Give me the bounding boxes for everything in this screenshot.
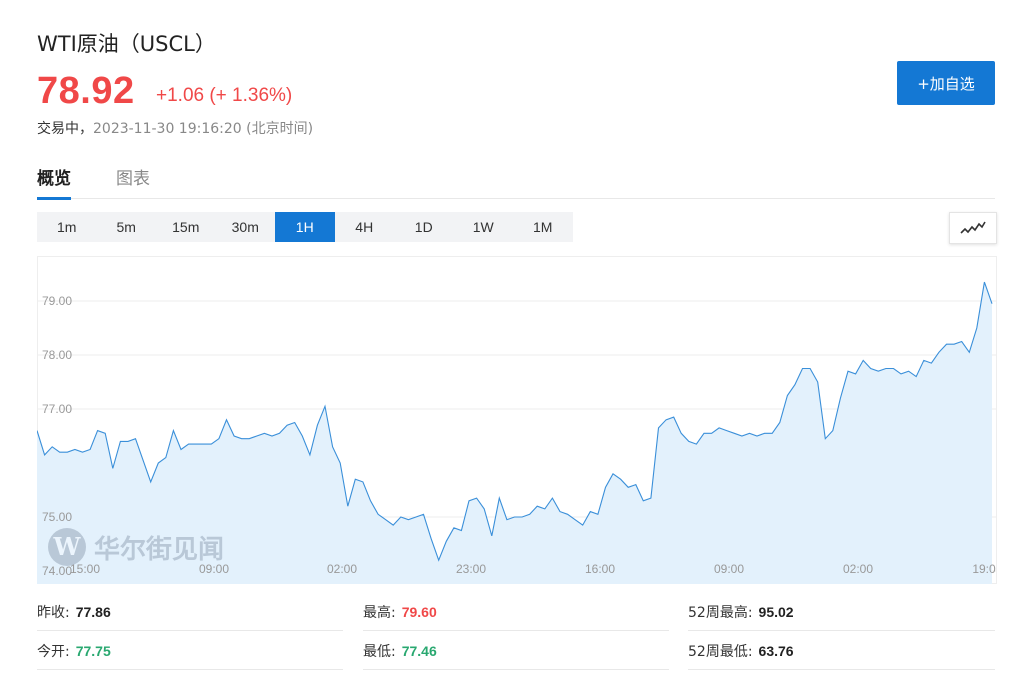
period-1h[interactable]: 1H [275, 212, 335, 242]
stat-label: 52周最低: [688, 644, 753, 660]
period-selector: 1m 5m 15m 30m 1H 4H 1D 1W 1M [37, 212, 573, 242]
x-tick-label: 23:00 [456, 562, 486, 576]
stat-label: 最低: [363, 644, 396, 660]
page-title: WTI原油（USCL） [37, 32, 216, 56]
watermark-text: 华尔街见闻 [94, 534, 225, 565]
stat-prev-close: 昨收: 77.86 [37, 602, 343, 631]
period-1m[interactable]: 1m [37, 212, 97, 242]
period-5m[interactable]: 5m [97, 212, 157, 242]
period-15m[interactable]: 15m [156, 212, 216, 242]
stat-value: 79.60 [401, 604, 437, 620]
timestamp: 2023-11-30 19:16:20 (北京时间) [93, 121, 314, 137]
watermark-logo: W [48, 528, 86, 566]
trading-status: 交易中，2023-11-30 19:16:20 (北京时间) [37, 118, 313, 138]
y-tick-label: 74.00 [42, 564, 72, 578]
x-tick-label: 19:0 [972, 562, 996, 576]
stat-label: 52周最高: [688, 605, 753, 621]
x-tick-label: 09:00 [714, 562, 744, 576]
period-1d[interactable]: 1D [394, 212, 454, 242]
line-chart-icon [960, 221, 986, 234]
add-watchlist-button[interactable]: +加自选 [897, 61, 995, 105]
tab-bar: 概览 图表 [37, 164, 995, 200]
period-30m[interactable]: 30m [216, 212, 276, 242]
watermark: W 华尔街见闻 [48, 528, 224, 566]
stat-value: 63.76 [758, 643, 794, 659]
x-tick-label: 02:00 [327, 562, 357, 576]
x-tick-label: 16:00 [585, 562, 615, 576]
tab-chart[interactable]: 图表 [116, 164, 150, 197]
stat-high: 最高: 79.60 [363, 602, 669, 631]
stat-value: 77.46 [401, 643, 437, 659]
stat-value: 77.75 [75, 643, 111, 659]
tab-overview[interactable]: 概览 [37, 164, 71, 200]
x-tick-label: 02:00 [843, 562, 873, 576]
stat-low: 最低: 77.46 [363, 641, 669, 670]
y-tick-label: 78.00 [42, 348, 72, 362]
status-label: 交易中， [37, 121, 93, 137]
period-1mo[interactable]: 1M [513, 212, 573, 242]
period-1w[interactable]: 1W [454, 212, 514, 242]
chart-type-button[interactable] [949, 212, 997, 244]
y-tick-label: 75.00 [42, 510, 72, 524]
current-price: 78.92 [37, 70, 135, 112]
period-4h[interactable]: 4H [335, 212, 395, 242]
stat-label: 昨收: [37, 605, 70, 621]
y-tick-label: 77.00 [42, 402, 72, 416]
price-change: +1.06 (+ 1.36%) [156, 85, 293, 106]
stat-52w-low: 52周最低: 63.76 [688, 641, 995, 670]
stat-value: 95.02 [758, 604, 794, 620]
stat-value: 77.86 [75, 604, 111, 620]
stat-label: 最高: [363, 605, 396, 621]
y-tick-label: 79.00 [42, 294, 72, 308]
stat-label: 今开: [37, 644, 70, 660]
stat-open: 今开: 77.75 [37, 641, 343, 670]
stat-52w-high: 52周最高: 95.02 [688, 602, 995, 631]
